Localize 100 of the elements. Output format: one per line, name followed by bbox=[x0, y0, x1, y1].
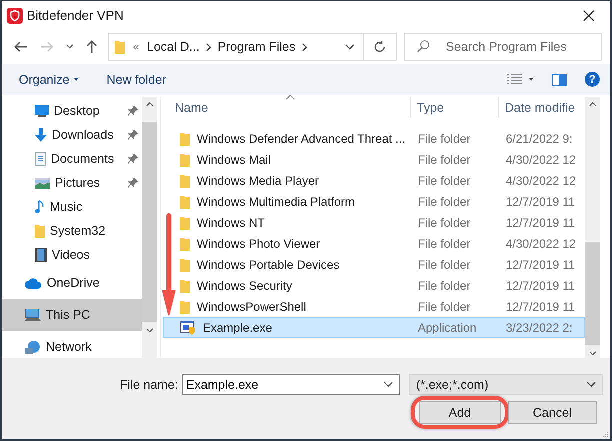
sidebar-label: This PC bbox=[46, 308, 90, 322]
file-row[interactable]: Windows NT File folder 12/7/2019 11 bbox=[163, 212, 585, 233]
help-button[interactable]: ? bbox=[585, 72, 600, 87]
date-modified: 6/21/2022 9: bbox=[505, 132, 574, 146]
folder-icon bbox=[180, 194, 190, 208]
file-type: File folder bbox=[417, 152, 472, 166]
chevron-down-icon[interactable] bbox=[345, 44, 355, 50]
add-button[interactable]: Add bbox=[419, 401, 501, 424]
file-row[interactable]: Windows Portable Devices File folder 12/7/2019 11 bbox=[163, 254, 585, 275]
sidebar-item[interactable]: Pictures bbox=[2, 171, 142, 195]
search-field[interactable]: Search Program Files bbox=[404, 33, 602, 61]
date-modified: 4/30/2022 12 bbox=[505, 174, 578, 188]
sidebar-item[interactable]: System32 bbox=[2, 219, 142, 243]
date-modified: 12/7/2019 11 bbox=[505, 258, 576, 272]
up-arrow-icon[interactable] bbox=[86, 40, 98, 54]
file-row[interactable]: Windows Multimedia Platform File folder 12/7/2019 11 bbox=[163, 191, 585, 212]
sidebar-label: Desktop bbox=[54, 104, 100, 118]
new-folder-button[interactable]: New folder bbox=[106, 72, 166, 86]
sort-caret-icon bbox=[286, 95, 294, 100]
address-bar[interactable]: Local D... Program Files bbox=[108, 33, 364, 61]
file-row[interactable]: Windows Security File folder 12/7/2019 11 bbox=[163, 275, 585, 296]
file-name: WindowsPowerShell bbox=[197, 300, 306, 314]
sidebar-item[interactable]: Documents bbox=[2, 147, 142, 171]
caret-down-icon[interactable] bbox=[529, 78, 534, 81]
sidebar-label: Documents bbox=[51, 152, 114, 166]
file-type: File folder bbox=[417, 236, 472, 250]
sidebar-item[interactable]: Music bbox=[2, 195, 142, 219]
date-modified: 4/30/2022 12 bbox=[505, 152, 578, 166]
breadcrumb-item[interactable]: Local D... bbox=[147, 40, 200, 54]
sidebar-item[interactable]: Downloads bbox=[2, 123, 142, 147]
date-modified: 12/7/2019 11 bbox=[505, 278, 576, 292]
chevron-down-icon[interactable] bbox=[384, 382, 394, 387]
sidebar-item[interactable]: Desktop bbox=[2, 99, 142, 123]
pin-icon[interactable] bbox=[128, 154, 138, 164]
scrollbar-thumb[interactable] bbox=[585, 242, 600, 345]
scrollbar-thumb[interactable] bbox=[142, 122, 157, 322]
organize-menu-button[interactable]: Organize bbox=[19, 72, 70, 86]
download-arrow-icon bbox=[35, 128, 47, 142]
date-modified: 3/23/2022 2: bbox=[505, 320, 574, 334]
cancel-button[interactable]: Cancel bbox=[508, 401, 597, 424]
date-modified: 12/7/2019 11 bbox=[505, 216, 576, 230]
scroll-down-icon[interactable] bbox=[146, 328, 154, 333]
refresh-icon bbox=[374, 41, 386, 53]
caret-down-icon[interactable] bbox=[74, 78, 79, 81]
file-row[interactable]: Windows Mail File folder 4/30/2022 12 bbox=[163, 149, 585, 170]
chevron-down-icon[interactable] bbox=[66, 44, 74, 50]
folder-icon bbox=[180, 132, 190, 146]
column-header[interactable]: Name bbox=[161, 97, 411, 118]
sidebar-label: Downloads bbox=[52, 128, 114, 142]
sidebar-item[interactable]: Network bbox=[2, 331, 142, 363]
file-row[interactable]: WindowsPowerShell File folder 12/7/2019 11 bbox=[163, 296, 585, 317]
column-header[interactable]: Date modifie bbox=[499, 97, 585, 118]
pin-icon[interactable] bbox=[128, 130, 138, 140]
window-title: Bitdefender VPN bbox=[27, 8, 124, 23]
file-type-dropdown[interactable]: (*.exe;*.com) bbox=[409, 374, 604, 395]
column-header[interactable]: Type bbox=[411, 97, 499, 118]
scroll-up-icon[interactable] bbox=[588, 102, 596, 107]
overflow-chevrons-icon bbox=[133, 44, 139, 50]
folder-icon bbox=[180, 216, 190, 230]
sidebar-item[interactable]: This PC bbox=[2, 299, 142, 331]
folder-icon bbox=[180, 278, 190, 292]
pin-icon[interactable] bbox=[128, 178, 138, 188]
search-icon bbox=[417, 40, 430, 53]
file-name: Windows Multimedia Platform bbox=[197, 194, 356, 208]
chevron-right-icon[interactable] bbox=[206, 42, 212, 52]
sidebar-label: Music bbox=[50, 200, 83, 214]
file-row[interactable]: Windows Photo Viewer File folder 4/30/2022 12 bbox=[163, 233, 585, 254]
file-name: Windows Media Player bbox=[197, 174, 320, 188]
sidebar-label: Network bbox=[46, 340, 92, 354]
close-icon[interactable] bbox=[583, 10, 595, 22]
scroll-down-icon[interactable] bbox=[588, 351, 596, 356]
file-name: Windows Security bbox=[197, 278, 292, 292]
file-name: Windows Portable Devices bbox=[197, 258, 340, 272]
sidebar-item[interactable]: Videos bbox=[2, 243, 142, 267]
folder-icon bbox=[180, 258, 190, 272]
preview-pane-icon[interactable] bbox=[552, 74, 567, 86]
file-row[interactable]: Example.exe Application 3/23/2022 2: bbox=[163, 317, 585, 338]
date-modified: 12/7/2019 11 bbox=[505, 194, 576, 208]
application-shield-icon bbox=[180, 320, 196, 334]
file-name-field[interactable]: Example.exe bbox=[182, 374, 400, 395]
scroll-up-icon[interactable] bbox=[146, 102, 154, 107]
shield-logo-icon bbox=[7, 8, 23, 24]
breadcrumb-item[interactable]: Program Files bbox=[218, 40, 296, 54]
file-name-label: File name: bbox=[120, 378, 178, 392]
file-type: File folder bbox=[417, 258, 472, 272]
back-arrow-icon[interactable] bbox=[14, 41, 28, 53]
view-list-icon[interactable] bbox=[507, 73, 522, 86]
sidebar-label: System32 bbox=[50, 224, 106, 238]
music-note-icon bbox=[35, 200, 45, 214]
file-row[interactable]: Windows Defender Advanced Threat ... File folder 6/21/2022 9: bbox=[163, 128, 585, 149]
pin-icon[interactable] bbox=[128, 106, 138, 116]
refresh-button[interactable] bbox=[364, 33, 397, 61]
file-row[interactable]: Windows Media Player File folder 4/30/2022 12 bbox=[163, 170, 585, 191]
chevron-down-icon bbox=[587, 382, 596, 387]
sidebar-item[interactable]: OneDrive bbox=[2, 267, 142, 299]
date-modified: 4/30/2022 12 bbox=[505, 236, 578, 250]
cloud-icon bbox=[25, 278, 42, 288]
chevron-right-icon[interactable] bbox=[302, 42, 308, 52]
folder-icon bbox=[180, 236, 190, 250]
file-type: File folder bbox=[417, 216, 472, 230]
